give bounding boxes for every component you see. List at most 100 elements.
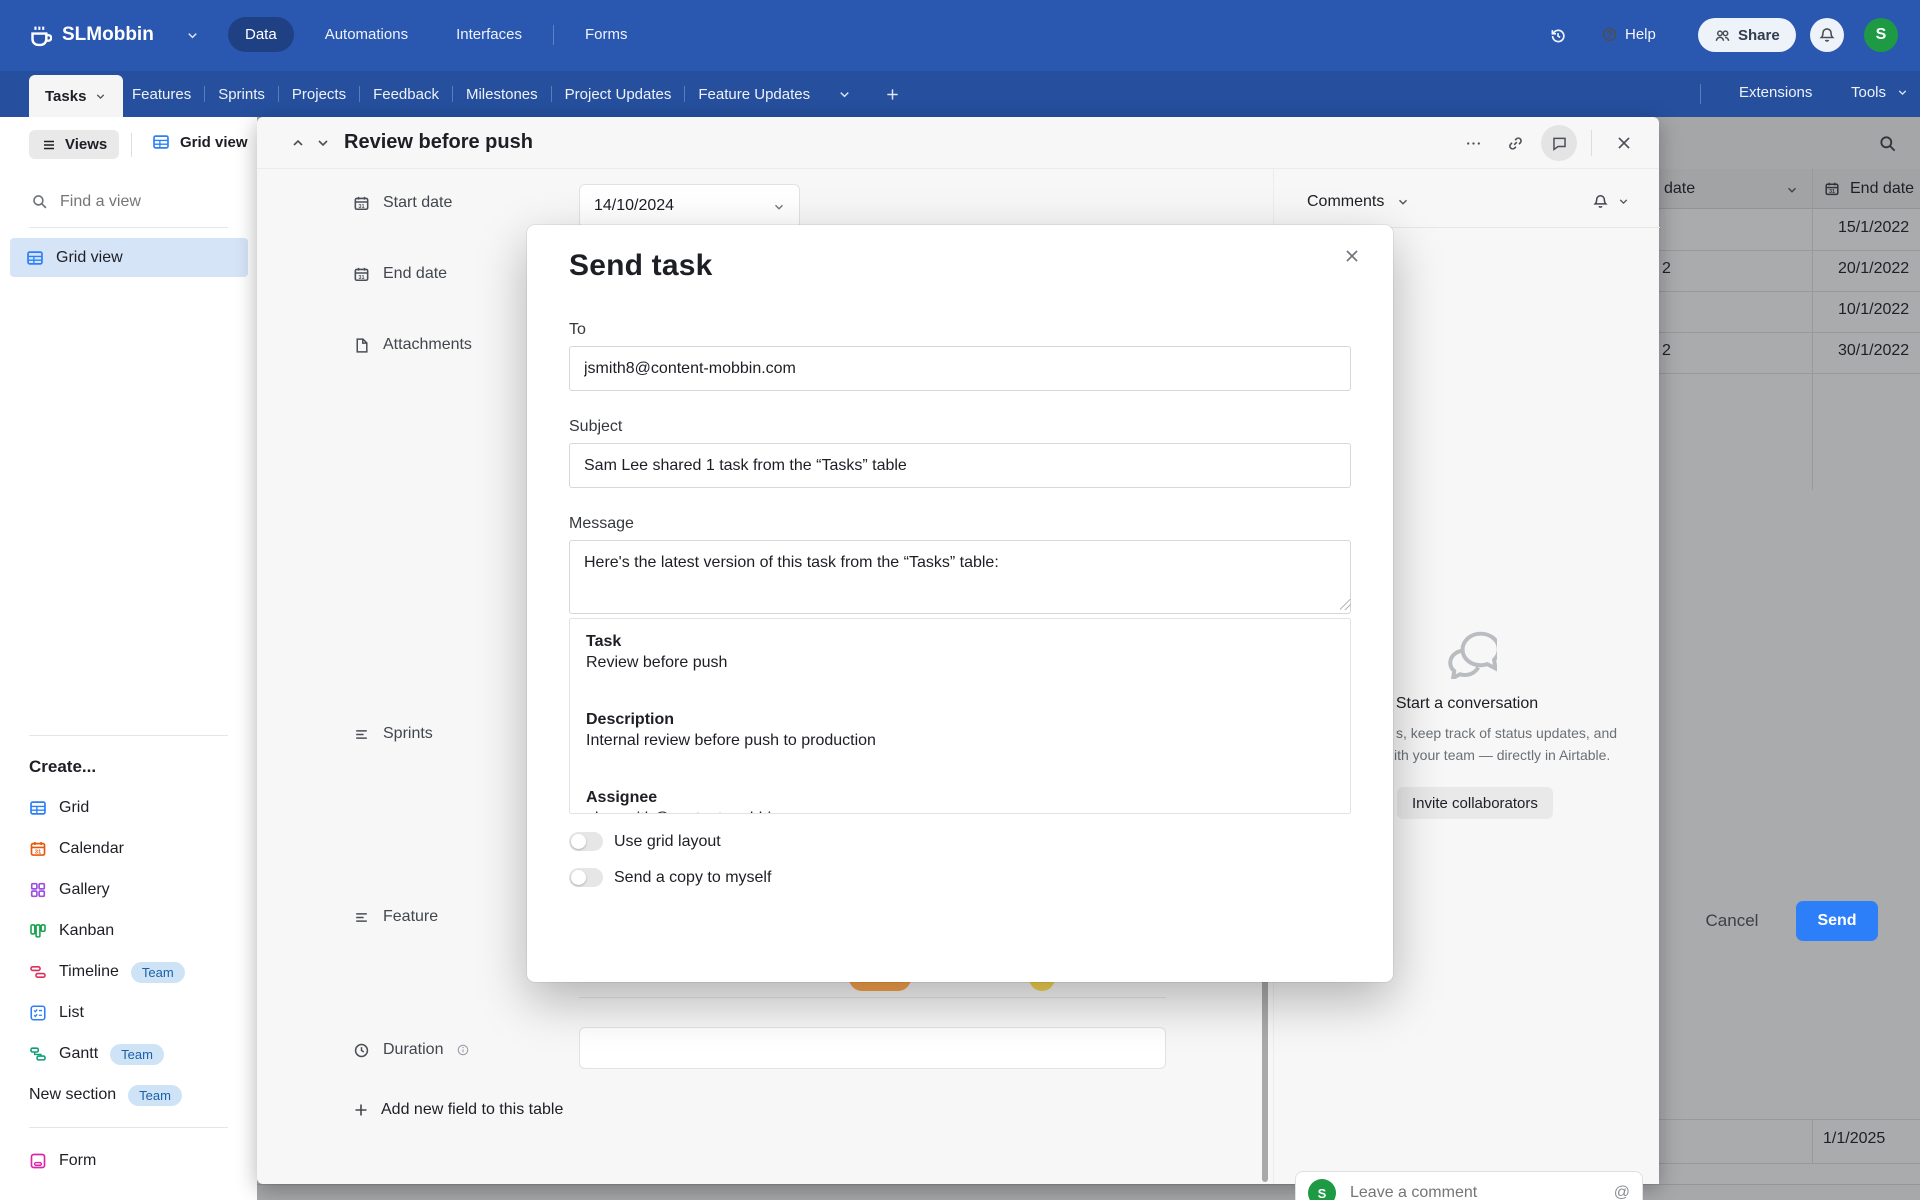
tab-automations[interactable]: Automations (308, 17, 425, 52)
table-tabs: Features Sprints Projects Feedback Miles… (128, 71, 900, 117)
table-tab-milestones[interactable]: Milestones (462, 86, 542, 103)
task-preview-box: Task Review before push Description Inte… (569, 618, 1351, 814)
field-end-date[interactable]: End date (353, 261, 447, 287)
dialog-close-icon[interactable] (1343, 247, 1361, 265)
invite-collaborators-button[interactable]: Invite collaborators (1397, 787, 1553, 819)
comment-bubble-icon (1551, 135, 1568, 152)
send-copy-toggle[interactable] (569, 868, 603, 887)
tab-interfaces[interactable]: Interfaces (439, 17, 539, 52)
field-duration[interactable]: Duration (353, 1037, 470, 1063)
next-record-chevron-icon[interactable] (315, 135, 331, 151)
start-date-value: 14/10/2024 (594, 197, 675, 214)
field-start-date[interactable]: Start date (353, 190, 452, 216)
mention-at-icon[interactable]: @ (1614, 1184, 1630, 1200)
table-tab-projects[interactable]: Projects (288, 86, 350, 103)
textarea-resize-handle[interactable] (1340, 599, 1351, 610)
help-button[interactable]: Help (1601, 26, 1656, 43)
sidebar-view-grid-selected[interactable]: Grid view (10, 238, 248, 277)
create-item-list[interactable]: List (10, 998, 248, 1028)
comments-filter-dropdown[interactable]: Comments (1307, 193, 1410, 211)
table-tab-project-updates[interactable]: Project Updates (561, 86, 676, 103)
share-label: Share (1738, 26, 1780, 44)
views-toggle-button[interactable]: Views (29, 130, 120, 159)
notifications-button[interactable] (1810, 18, 1844, 52)
kanban-icon (29, 922, 47, 940)
form-icon (29, 1152, 47, 1170)
create-item-calendar[interactable]: Calendar (10, 834, 248, 864)
field-feature[interactable]: Feature (353, 904, 438, 930)
create-item-form[interactable]: Form (10, 1146, 248, 1176)
grid-icon (29, 799, 47, 817)
top-navbar: SLMobbin Data Automations Interfaces For… (0, 0, 1920, 71)
calendar-icon (353, 266, 370, 283)
subject-input[interactable] (569, 443, 1351, 488)
info-icon (456, 1043, 470, 1057)
toggle-label: Use grid layout (614, 832, 721, 850)
grid-view-icon (152, 133, 170, 151)
message-textarea[interactable]: Here's the latest version of this task f… (569, 540, 1351, 614)
use-grid-layout-toggle[interactable] (569, 832, 603, 851)
user-avatar[interactable]: S (1864, 18, 1898, 52)
start-date-input[interactable]: 14/10/2024 (579, 184, 800, 229)
nav-divider (552, 24, 554, 45)
preview-field-name: Assignee (586, 789, 658, 806)
add-field-button[interactable]: Add new field to this table (353, 1101, 563, 1119)
share-people-icon (1714, 27, 1731, 44)
extensions-button[interactable]: Extensions (1735, 84, 1816, 101)
bell-chevron-icon (1617, 195, 1630, 208)
add-table-icon[interactable] (885, 87, 900, 102)
table-tab-features[interactable]: Features (128, 86, 195, 103)
create-item-gantt[interactable]: Gantt Team (10, 1039, 248, 1069)
field-attachments[interactable]: Attachments (353, 332, 472, 358)
create-item-timeline[interactable]: Timeline Team (10, 957, 248, 987)
table-tab-feature-updates[interactable]: Feature Updates (694, 86, 814, 103)
sidebar-view-label: Grid view (56, 248, 123, 266)
history-icon[interactable] (1549, 27, 1567, 45)
comments-header-label: Comments (1307, 193, 1385, 210)
create-item-new-section[interactable]: New section Team (10, 1080, 248, 1110)
current-view-button[interactable]: Grid view (152, 133, 248, 151)
send-button[interactable]: Send (1796, 901, 1878, 941)
cancel-button[interactable]: Cancel (1687, 910, 1777, 932)
comment-input-bar[interactable]: S @ (1295, 1171, 1643, 1200)
create-item-grid[interactable]: Grid (10, 793, 248, 823)
preview-field-name: Description (586, 711, 675, 728)
app-logo-cup-icon (26, 23, 52, 49)
share-button[interactable]: Share (1698, 18, 1796, 52)
tools-button[interactable]: Tools (1847, 84, 1909, 101)
table-bar: Tasks Features Sprints Projects Feedback… (0, 71, 1920, 117)
previous-record-chevron-icon[interactable] (290, 135, 306, 151)
table-tab-tasks-active[interactable]: Tasks (29, 75, 124, 117)
find-view-input[interactable] (58, 188, 228, 216)
to-label: To (569, 321, 586, 338)
tablebar-divider (1700, 84, 1701, 104)
table-tab-feedback[interactable]: Feedback (369, 86, 443, 103)
duration-input[interactable] (579, 1027, 1166, 1069)
views-sidebar: Views Grid view Grid view Create... Grid… (0, 117, 257, 1200)
app-switcher-chevron-icon[interactable] (185, 28, 200, 43)
record-more-icon[interactable] (1465, 135, 1482, 152)
create-item-kanban[interactable]: Kanban (10, 916, 248, 946)
app-name: SLMobbin (62, 24, 154, 45)
record-comments-toggle[interactable] (1541, 125, 1577, 161)
comment-input[interactable] (1348, 1183, 1602, 1200)
table-chevron-icon (94, 90, 107, 103)
field-sprints[interactable]: Sprints (353, 721, 433, 747)
table-tab-sprints[interactable]: Sprints (214, 86, 269, 103)
top-nav-tabs: Data Automations Interfaces Forms (228, 17, 644, 52)
comments-notifications-dropdown[interactable] (1592, 193, 1630, 210)
help-label: Help (1625, 26, 1656, 43)
to-input[interactable] (569, 346, 1351, 391)
subject-label: Subject (569, 418, 623, 435)
record-close-icon[interactable] (1615, 134, 1633, 152)
hamburger-icon (41, 137, 57, 153)
grid-view-icon (26, 249, 44, 267)
list-lines-icon (353, 909, 370, 926)
tab-forms[interactable]: Forms (568, 17, 645, 52)
toggle-label: Send a copy to myself (614, 868, 772, 886)
gallery-icon (29, 881, 47, 899)
tab-data[interactable]: Data (228, 17, 294, 52)
more-tables-chevron-icon[interactable] (837, 87, 852, 102)
record-copy-link-icon[interactable] (1507, 135, 1524, 152)
create-item-gallery[interactable]: Gallery (10, 875, 248, 905)
